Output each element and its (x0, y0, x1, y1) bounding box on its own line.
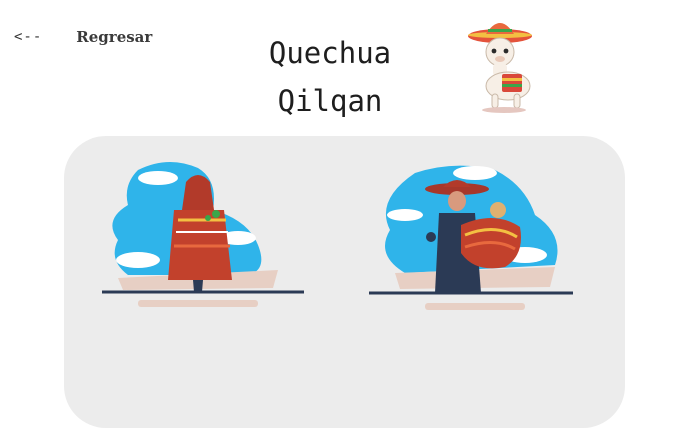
mother-child-image[interactable] (365, 155, 577, 325)
poncho-figure-image[interactable] (98, 150, 308, 325)
back-label: Regresar (76, 28, 153, 46)
page-title-line2: Qilqan (277, 84, 383, 118)
back-button[interactable]: <-- Regresar (14, 28, 152, 46)
back-arrow-icon: <-- (14, 29, 43, 45)
llama-mascot-icon (468, 23, 532, 113)
page-title-line1: Quechua (268, 36, 392, 70)
